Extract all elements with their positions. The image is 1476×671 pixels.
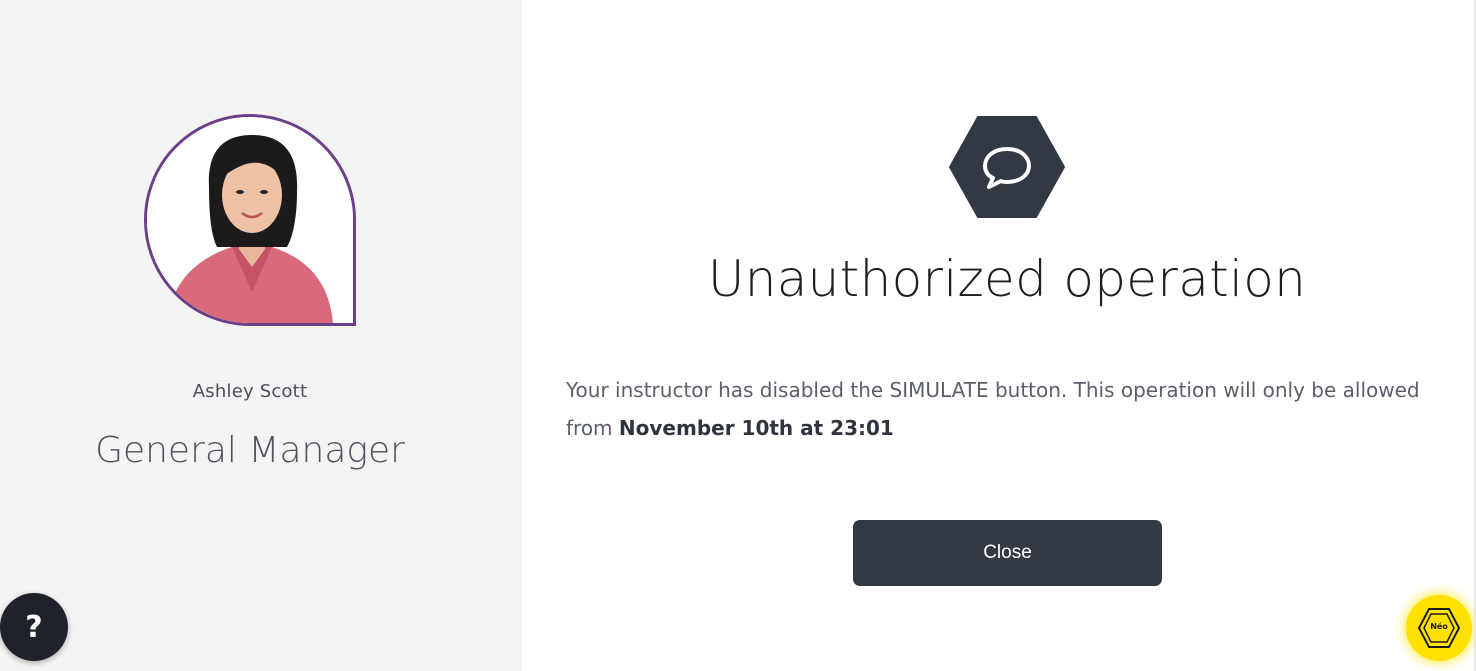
avatar-photo xyxy=(147,117,353,323)
close-button[interactable]: Close xyxy=(853,520,1162,586)
modal-message: Your instructor has disabled the SIMULAT… xyxy=(566,371,1446,447)
chat-bubble-icon xyxy=(949,116,1065,218)
help-button[interactable]: ? xyxy=(0,593,68,661)
avatar xyxy=(144,114,356,326)
user-name: Ashley Scott xyxy=(192,381,308,402)
neo-label: Néo xyxy=(1430,622,1448,631)
neo-assistant-button[interactable]: Néo xyxy=(1406,595,1472,661)
avatar-frame xyxy=(144,114,356,326)
modal-panel: Unauthorized operation Your instructor h… xyxy=(522,0,1476,671)
page: Ashley Scott General Manager ? Unauthori… xyxy=(0,0,1476,671)
modal-title: Unauthorized operation xyxy=(707,250,1307,308)
allowed-date: November 10th at 23:01 xyxy=(618,416,894,440)
user-role: General Manager xyxy=(95,430,405,471)
profile-panel: Ashley Scott General Manager ? xyxy=(0,0,522,671)
